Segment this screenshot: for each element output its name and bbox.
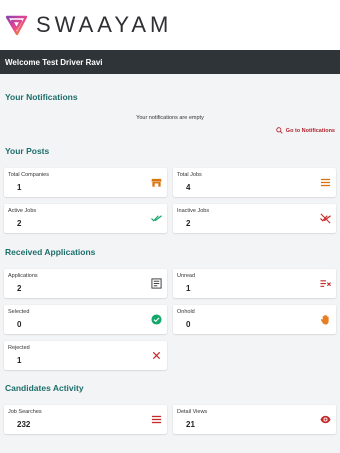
- applications-title: Received Applications: [5, 247, 96, 257]
- card-value: 1: [17, 356, 22, 365]
- card-value: 0: [186, 320, 191, 329]
- hand-icon: [320, 314, 331, 325]
- list-clear-icon: [320, 278, 331, 289]
- card-label: Active Jobs: [8, 208, 37, 214]
- card-label: Detail Views: [177, 409, 208, 415]
- card-value: 2: [186, 219, 191, 228]
- card-value: 2: [17, 284, 22, 293]
- card-label: Unread: [177, 273, 196, 279]
- card-label: Selected: [8, 309, 30, 315]
- card-total-companies[interactable]: Total Companies 1: [4, 168, 167, 197]
- card-applications[interactable]: Applications 2: [4, 269, 167, 298]
- store-icon: [151, 177, 162, 188]
- card-label: Applications: [8, 273, 38, 279]
- card-label: Rejected: [8, 345, 30, 351]
- card-value: 1: [186, 284, 191, 293]
- document-list-icon: [151, 278, 162, 289]
- card-label: Job Searches: [8, 409, 42, 415]
- posts-title: Your Posts: [5, 146, 50, 156]
- card-label: Onhold: [177, 309, 195, 315]
- activity-title: Candidates Activity: [5, 383, 84, 393]
- card-label: Inactive Jobs: [177, 208, 210, 214]
- card-job-searches[interactable]: Job Searches 232: [4, 405, 167, 434]
- card-onhold[interactable]: Onhold 0: [173, 305, 336, 334]
- card-value: 0: [17, 320, 22, 329]
- go-to-notifications-label: Go to Notifications: [285, 127, 335, 134]
- card-value: 21: [186, 420, 195, 429]
- welcome-bar: Welcome Test Driver Ravi: [0, 50, 340, 74]
- list-icon: [320, 177, 331, 188]
- notifications-empty-message: Your notifications are empty: [136, 115, 204, 121]
- card-unread[interactable]: Unread 1: [173, 269, 336, 298]
- card-label: Total Jobs: [177, 172, 202, 178]
- card-detail-views[interactable]: Detail Views 21: [173, 405, 336, 434]
- go-to-notifications-link[interactable]: Go to Notifications: [276, 127, 335, 134]
- notification-search-icon: [276, 127, 283, 134]
- card-inactive-jobs[interactable]: Inactive Jobs 2: [173, 204, 336, 233]
- card-value: 232: [17, 420, 31, 429]
- card-active-jobs[interactable]: Active Jobs 2: [4, 204, 167, 233]
- card-value: 1: [17, 183, 22, 192]
- check-circle-icon: [151, 314, 162, 325]
- notifications-title: Your Notifications: [5, 92, 78, 102]
- card-selected[interactable]: Selected 0: [4, 305, 167, 334]
- card-value: 2: [17, 219, 22, 228]
- list-icon: [151, 414, 162, 425]
- double-check-icon: [151, 213, 162, 224]
- remove-done-icon: [320, 213, 331, 224]
- card-total-jobs[interactable]: Total Jobs 4: [173, 168, 336, 197]
- card-value: 4: [186, 183, 191, 192]
- eye-icon: [320, 414, 331, 425]
- card-rejected[interactable]: Rejected 1: [4, 341, 167, 370]
- brand-header: SWAAYAM: [0, 0, 340, 50]
- card-label: Total Companies: [8, 172, 49, 178]
- close-icon: [151, 350, 162, 361]
- welcome-text: Welcome Test Driver Ravi: [5, 57, 103, 67]
- swaayam-logo-icon: [5, 15, 28, 36]
- brand-name: SWAAYAM: [36, 12, 173, 37]
